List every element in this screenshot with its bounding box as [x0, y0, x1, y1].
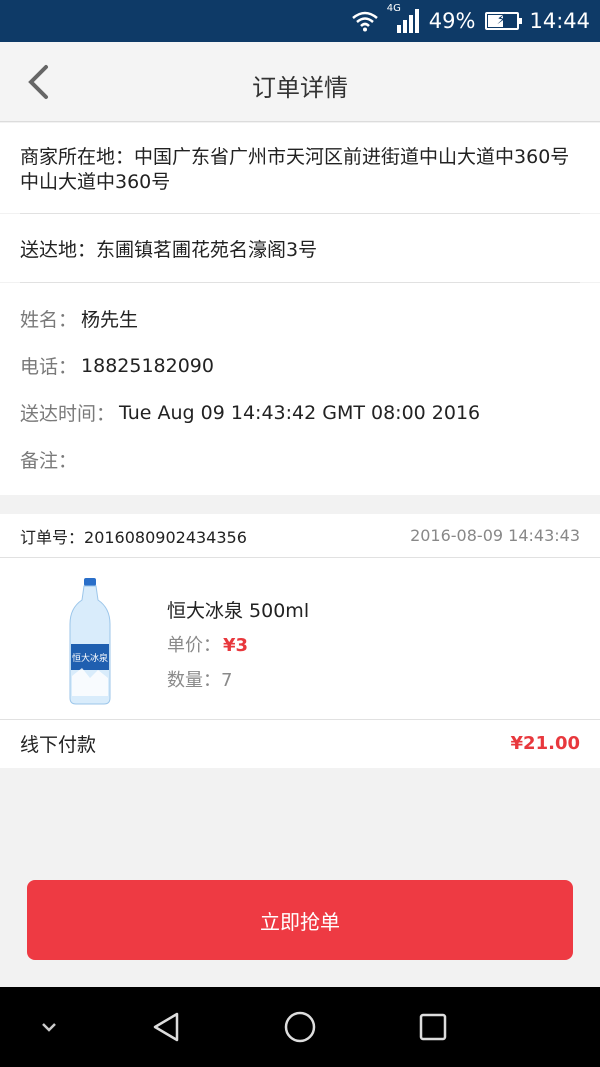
- order-number: 订单号：2016080902434356: [20, 527, 247, 547]
- recents-square-icon: [419, 1013, 447, 1041]
- delivery-time-row: 送达时间： Tue Aug 09 14:43:42 GMT 08:00 2016: [20, 389, 580, 436]
- cell-signal-icon: 4G: [387, 3, 419, 33]
- delivery-address-section: 送达地： 东圃镇茗圃花苑名濠阁3号: [0, 214, 600, 282]
- page-title: 订单详情: [252, 74, 348, 102]
- merchant-address-label: 商家所在地：: [20, 146, 135, 168]
- app-header: 订单详情: [0, 42, 600, 122]
- name-row: 姓名： 杨先生: [20, 295, 580, 342]
- merchant-address-section: 商家所在地：中国广东省广州市天河区前进街道中山大道中360号中山大道中360号: [0, 123, 600, 213]
- battery-icon: ⚡: [485, 12, 523, 30]
- product-item: 恒大冰泉 恒大冰泉 500ml 单价： ¥3 数量：7: [0, 558, 600, 718]
- svg-text:恒大冰泉: 恒大冰泉: [72, 652, 108, 664]
- customer-name: 杨先生: [81, 309, 139, 331]
- delivery-address: 东圃镇茗圃花苑名濠阁3号: [96, 238, 318, 261]
- nav-back-button[interactable]: [148, 1009, 184, 1045]
- payment-method: 线下付款: [20, 734, 97, 756]
- name-label: 姓名：: [20, 309, 78, 331]
- delivery-address-label: 送达地：: [20, 238, 97, 261]
- nav-hide-button[interactable]: [31, 1009, 67, 1045]
- clock: 14:44: [529, 9, 590, 33]
- order-created-time: 2016-08-09 14:43:43: [410, 526, 580, 545]
- order-card: 订单号：2016080902434356 2016-08-09 14:43:43…: [0, 514, 600, 768]
- phone-label: 电话：: [20, 356, 78, 378]
- order-total: ¥21.00: [510, 733, 580, 754]
- status-bar: 4G 49% ⚡ 14:44: [0, 0, 600, 42]
- system-nav-bar: [0, 987, 600, 1067]
- delivery-time-label: 送达时间：: [20, 403, 116, 425]
- payment-row: 线下付款 ¥21.00: [0, 719, 600, 767]
- note-row: 备注：: [20, 436, 580, 483]
- note-label: 备注：: [20, 450, 78, 472]
- wifi-icon: [351, 11, 378, 32]
- nav-home-button[interactable]: [282, 1009, 318, 1045]
- phone-row: 电话： 18825182090: [20, 342, 580, 389]
- home-circle-icon: [284, 1011, 316, 1043]
- water-bottle-image: 恒大冰泉: [69, 578, 111, 705]
- chevron-down-icon: [42, 1023, 56, 1032]
- customer-phone: 18825182090: [81, 354, 214, 377]
- product-price: 单价： ¥3: [167, 635, 249, 656]
- product-quantity: 数量：7: [167, 670, 233, 691]
- grab-order-button[interactable]: 立即抢单: [27, 880, 573, 960]
- contact-info-section: 姓名： 杨先生 电话： 18825182090 送达时间： Tue Aug 09…: [0, 283, 600, 495]
- product-name: 恒大冰泉 500ml: [167, 600, 310, 622]
- nav-recents-button[interactable]: [415, 1009, 451, 1045]
- delivery-time: Tue Aug 09 14:43:42 GMT 08:00 2016: [119, 401, 481, 424]
- back-triangle-icon: [153, 1012, 179, 1042]
- battery-percent: 49%: [428, 9, 476, 33]
- order-header: 订单号：2016080902434356 2016-08-09 14:43:43: [0, 514, 600, 558]
